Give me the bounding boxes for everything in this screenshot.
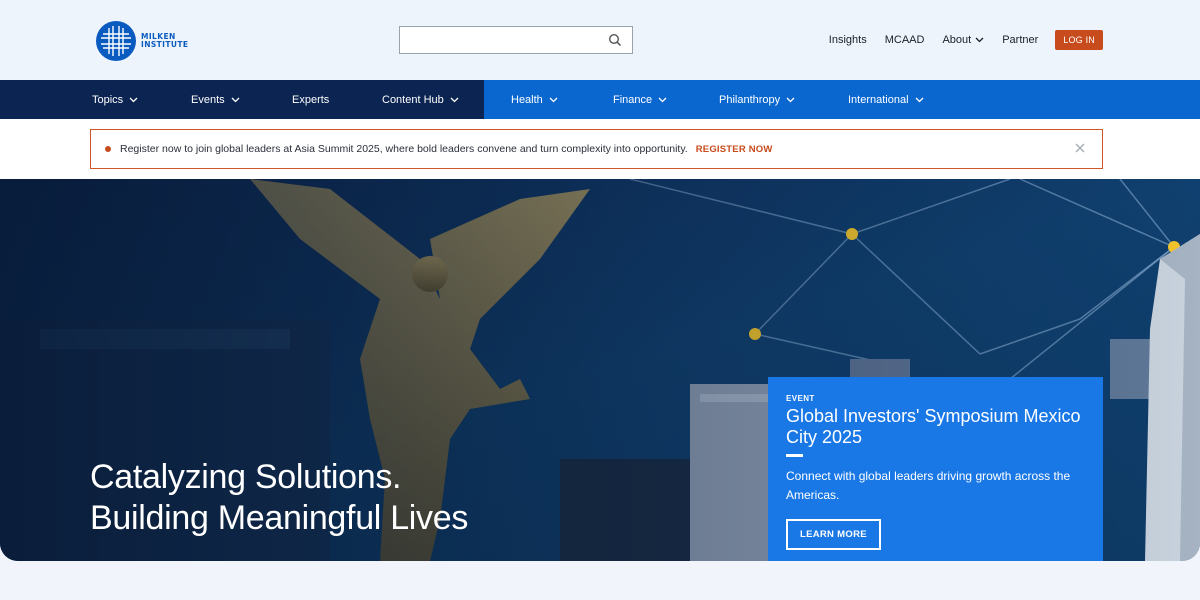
logo-wordmark: MILKEN INSTITUTE bbox=[141, 32, 189, 50]
nav-item-topics[interactable]: Topics bbox=[92, 80, 138, 119]
site-header: MILKEN INSTITUTE Insights MCAAD About Pa… bbox=[0, 0, 1200, 80]
chevron-down-icon bbox=[231, 97, 240, 102]
nav-item-philanthropy[interactable]: Philanthropy bbox=[719, 80, 795, 119]
search-input[interactable] bbox=[400, 27, 600, 53]
chevron-down-icon bbox=[658, 97, 667, 102]
nav-item-label: International bbox=[848, 93, 909, 106]
main-nav-primary: Topics Events Experts Content Hub bbox=[0, 80, 484, 119]
nav-item-label: Finance bbox=[613, 93, 653, 106]
alert-dot-icon bbox=[105, 146, 111, 152]
chevron-down-icon bbox=[129, 97, 138, 102]
login-button[interactable]: LOG IN bbox=[1055, 30, 1103, 50]
page-content-start bbox=[0, 561, 1200, 600]
hero-headline-line-2: Building Meaningful Lives bbox=[90, 499, 469, 537]
nav-item-health[interactable]: Health bbox=[511, 80, 558, 119]
utility-nav: Insights MCAAD About Partner LOG IN bbox=[811, 30, 1103, 50]
main-nav: Topics Events Experts Content Hub Health… bbox=[0, 80, 1200, 119]
search-icon[interactable] bbox=[608, 33, 622, 47]
alert-banner: Register now to join global leaders at A… bbox=[90, 129, 1103, 169]
main-nav-centers: Health Finance Philanthropy Internationa… bbox=[484, 80, 1200, 119]
close-icon[interactable] bbox=[1074, 142, 1086, 154]
about-label: About bbox=[942, 34, 972, 46]
utility-link-insights[interactable]: Insights bbox=[829, 34, 867, 46]
milken-logo-icon bbox=[96, 21, 136, 61]
chevron-down-icon bbox=[549, 97, 558, 102]
hero-headline-line-1: Catalyzing Solutions. bbox=[90, 458, 402, 496]
utility-link-partner[interactable]: Partner bbox=[1002, 34, 1038, 46]
nav-item-experts[interactable]: Experts bbox=[292, 80, 329, 119]
alert-banner-area: Register now to join global leaders at A… bbox=[0, 119, 1200, 179]
event-title[interactable]: Global Investors' Symposium Mexico City … bbox=[786, 406, 1085, 448]
chevron-down-icon bbox=[450, 97, 459, 102]
nav-item-finance[interactable]: Finance bbox=[613, 80, 667, 119]
hero-headline: Catalyzing Solutions. Building Meaningfu… bbox=[90, 457, 468, 539]
nav-item-international[interactable]: International bbox=[848, 80, 924, 119]
alert-message: Register now to join global leaders at A… bbox=[120, 143, 688, 155]
nav-item-label: Topics bbox=[92, 93, 124, 106]
nav-item-label: Content Hub bbox=[382, 93, 444, 106]
chevron-down-icon bbox=[786, 97, 795, 102]
chevron-down-icon bbox=[975, 37, 984, 43]
nav-item-label: Experts bbox=[292, 93, 330, 106]
title-underline bbox=[786, 454, 803, 457]
nav-item-label: Health bbox=[511, 93, 543, 106]
nav-item-label: Philanthropy bbox=[719, 93, 781, 106]
hero-section: Catalyzing Solutions. Building Meaningfu… bbox=[0, 179, 1200, 561]
search-box bbox=[399, 26, 633, 54]
event-description: Connect with global leaders driving grow… bbox=[786, 469, 1071, 502]
register-now-link[interactable]: REGISTER NOW bbox=[696, 144, 773, 155]
nav-item-label: Events bbox=[191, 93, 225, 106]
event-tag: EVENT bbox=[786, 394, 815, 403]
site-logo[interactable]: MILKEN INSTITUTE bbox=[95, 20, 188, 62]
utility-link-about[interactable]: About bbox=[942, 34, 984, 46]
nav-item-content-hub[interactable]: Content Hub bbox=[382, 80, 459, 119]
logo-line-2: INSTITUTE bbox=[141, 40, 189, 49]
featured-event-card: EVENT Global Investors' Symposium Mexico… bbox=[768, 377, 1103, 561]
chevron-down-icon bbox=[915, 97, 924, 102]
utility-link-mcaad[interactable]: MCAAD bbox=[885, 34, 925, 46]
nav-item-events[interactable]: Events bbox=[191, 80, 240, 119]
learn-more-button[interactable]: LEARN MORE bbox=[786, 519, 881, 550]
